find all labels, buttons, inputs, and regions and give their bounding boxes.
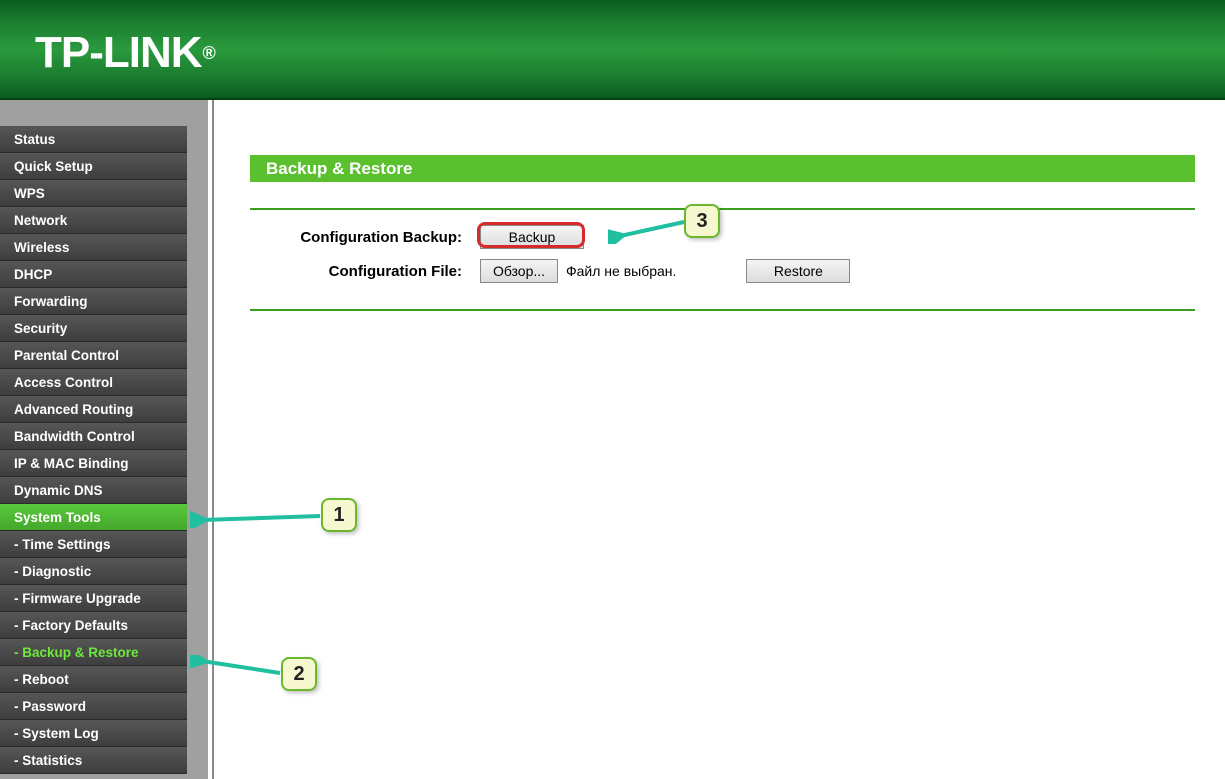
panel-title: Backup & Restore	[250, 155, 1195, 182]
sidebar-item-status[interactable]: Status	[0, 126, 187, 153]
callout-1: 1	[321, 498, 357, 532]
restore-button[interactable]: Restore	[746, 259, 850, 283]
file-label: Configuration File:	[250, 263, 480, 280]
sidebar-item-time-settings[interactable]: - Time Settings	[0, 531, 187, 558]
sidebar-item-factory-defaults[interactable]: - Factory Defaults	[0, 612, 187, 639]
sidebar-item-quick-setup[interactable]: Quick Setup	[0, 153, 187, 180]
brand-logo: TP-LINK®	[35, 28, 215, 78]
sidebar-item-backup-restore[interactable]: - Backup & Restore	[0, 639, 187, 666]
backup-label: Configuration Backup:	[250, 229, 480, 246]
sidebar-item-password[interactable]: - Password	[0, 693, 187, 720]
sidebar-item-access-control[interactable]: Access Control	[0, 369, 187, 396]
brand-text: TP-LINK	[35, 28, 202, 78]
sidebar: Status Quick Setup WPS Network Wireless …	[0, 100, 208, 779]
browse-button[interactable]: Обзор...	[480, 259, 558, 283]
sidebar-item-dynamic-dns[interactable]: Dynamic DNS	[0, 477, 187, 504]
sidebar-item-system-tools[interactable]: System Tools	[0, 504, 187, 531]
sidebar-item-wps[interactable]: WPS	[0, 180, 187, 207]
backup-button[interactable]: Backup	[480, 225, 584, 249]
divider-bottom	[250, 309, 1195, 311]
sidebar-item-security[interactable]: Security	[0, 315, 187, 342]
register-mark: ®	[203, 43, 215, 64]
divider-top	[250, 208, 1195, 210]
file-status-text: Файл не выбран.	[566, 263, 676, 279]
header: TP-LINK®	[0, 0, 1225, 100]
sidebar-item-reboot[interactable]: - Reboot	[0, 666, 187, 693]
sidebar-item-network[interactable]: Network	[0, 207, 187, 234]
restore-row: Configuration File: Обзор... Файл не выб…	[250, 259, 1225, 283]
sidebar-item-parental-control[interactable]: Parental Control	[0, 342, 187, 369]
sidebar-item-ip-mac-binding[interactable]: IP & MAC Binding	[0, 450, 187, 477]
sidebar-item-advanced-routing[interactable]: Advanced Routing	[0, 396, 187, 423]
sidebar-item-wireless[interactable]: Wireless	[0, 234, 187, 261]
sidebar-item-bandwidth-control[interactable]: Bandwidth Control	[0, 423, 187, 450]
callout-2: 2	[281, 657, 317, 691]
backup-row: Configuration Backup: Backup	[250, 225, 1225, 249]
sidebar-item-forwarding[interactable]: Forwarding	[0, 288, 187, 315]
sidebar-item-statistics[interactable]: - Statistics	[0, 747, 187, 774]
sidebar-item-system-log[interactable]: - System Log	[0, 720, 187, 747]
sidebar-item-dhcp[interactable]: DHCP	[0, 261, 187, 288]
sidebar-item-firmware-upgrade[interactable]: - Firmware Upgrade	[0, 585, 187, 612]
callout-3: 3	[684, 204, 720, 238]
main-panel: Backup & Restore Configuration Backup: B…	[214, 100, 1225, 779]
sidebar-item-diagnostic[interactable]: - Diagnostic	[0, 558, 187, 585]
